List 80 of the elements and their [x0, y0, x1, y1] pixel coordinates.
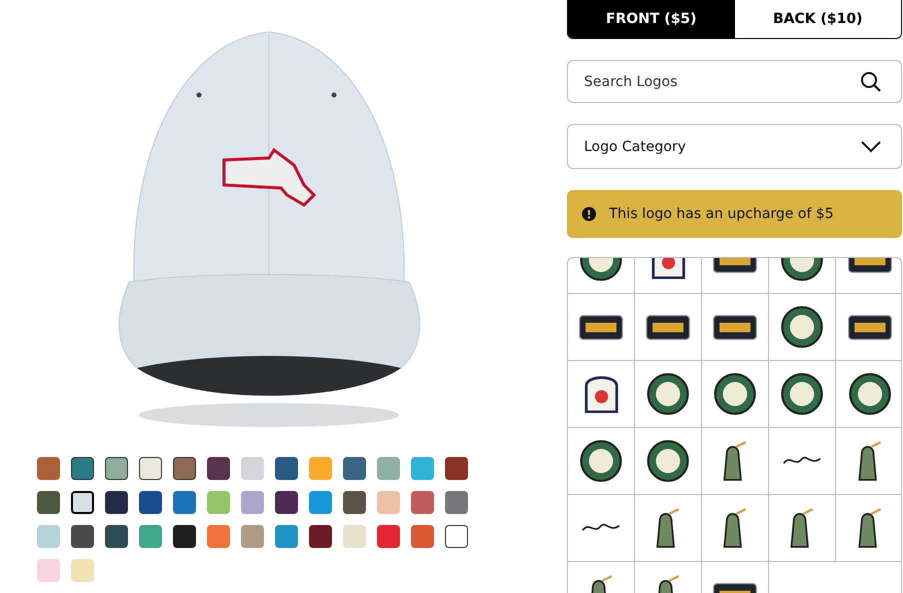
color-swatch[interactable] [377, 525, 400, 548]
logo-option[interactable] [635, 294, 702, 361]
category-dropdown[interactable]: Logo Category [567, 124, 902, 169]
logo-option[interactable] [635, 361, 702, 428]
color-swatch[interactable] [309, 457, 332, 480]
color-swatch[interactable] [377, 491, 400, 514]
logo-patch-icon [858, 441, 882, 481]
color-swatch[interactable] [139, 491, 162, 514]
logo-patch-icon [848, 314, 892, 340]
color-swatch[interactable] [275, 525, 298, 548]
color-swatch[interactable] [445, 525, 468, 548]
logo-option[interactable] [568, 294, 635, 361]
color-swatch[interactable] [207, 491, 230, 514]
logo-option[interactable] [635, 495, 702, 562]
color-swatch[interactable] [37, 491, 60, 514]
logo-patch-icon [723, 441, 747, 481]
logo-patch-icon [646, 314, 690, 340]
color-swatch[interactable] [71, 559, 94, 582]
color-swatch[interactable] [411, 491, 434, 514]
color-swatch[interactable] [275, 491, 298, 514]
search-icon[interactable] [860, 71, 882, 93]
color-swatch[interactable] [37, 525, 60, 548]
color-swatch[interactable] [71, 525, 94, 548]
logo-patch-icon [713, 314, 757, 340]
color-swatch[interactable] [105, 457, 128, 480]
color-swatch[interactable] [173, 457, 196, 480]
logo-option[interactable] [702, 495, 769, 562]
color-swatch[interactable] [37, 559, 60, 582]
color-swatch[interactable] [207, 457, 230, 480]
logo-patch-icon [584, 376, 618, 412]
color-swatch[interactable] [343, 457, 366, 480]
color-swatch[interactable] [411, 457, 434, 480]
color-swatch[interactable] [343, 491, 366, 514]
color-swatch[interactable] [139, 457, 162, 480]
color-swatch[interactable] [309, 491, 332, 514]
logo-patch-icon [656, 508, 680, 548]
color-swatch[interactable] [343, 525, 366, 548]
color-swatch[interactable] [309, 525, 332, 548]
logo-option[interactable] [769, 361, 836, 428]
color-swatch[interactable] [173, 525, 196, 548]
logo-patch-icon [713, 372, 757, 416]
color-swatch[interactable] [173, 491, 196, 514]
color-swatch[interactable] [105, 491, 128, 514]
color-swatch[interactable] [37, 457, 60, 480]
side-tab[interactable]: FRONT ($5) [568, 0, 734, 38]
color-swatch[interactable] [411, 525, 434, 548]
color-swatch[interactable] [139, 525, 162, 548]
logo-patch-icon [579, 439, 623, 483]
logo-patch-icon [579, 314, 623, 340]
logo-option[interactable] [702, 294, 769, 361]
logo-patch-icon [780, 372, 824, 416]
color-swatch[interactable] [241, 525, 264, 548]
logo-patch-icon [723, 508, 747, 548]
exclamation-icon [582, 207, 596, 221]
color-swatch[interactable] [445, 491, 468, 514]
logo-option[interactable] [702, 428, 769, 495]
logo-patch-icon [646, 439, 690, 483]
logo-patch-icon [858, 508, 882, 548]
logo-patch-icon [646, 372, 690, 416]
color-swatch[interactable] [207, 525, 230, 548]
chevron-down-icon [861, 140, 881, 152]
logo-patch-icon [780, 305, 824, 349]
logo-patch-icon [790, 508, 814, 548]
logo-option[interactable] [635, 428, 702, 495]
logo-patch-icon [848, 372, 892, 416]
color-swatch[interactable] [445, 457, 468, 480]
color-swatch[interactable] [71, 491, 94, 514]
logo-option[interactable] [702, 361, 769, 428]
color-swatch[interactable] [71, 457, 94, 480]
alert-text: This logo has an upcharge of $5 [609, 206, 834, 222]
logo-option[interactable] [568, 361, 635, 428]
logo-option[interactable] [769, 495, 836, 562]
color-swatch[interactable] [275, 457, 298, 480]
color-swatch[interactable] [241, 491, 264, 514]
logo-option[interactable] [769, 294, 836, 361]
color-swatch[interactable] [105, 525, 128, 548]
color-swatch[interactable] [377, 457, 400, 480]
color-swatch[interactable] [241, 457, 264, 480]
search-field[interactable]: Search Logos [567, 60, 902, 103]
logo-option[interactable] [568, 428, 635, 495]
